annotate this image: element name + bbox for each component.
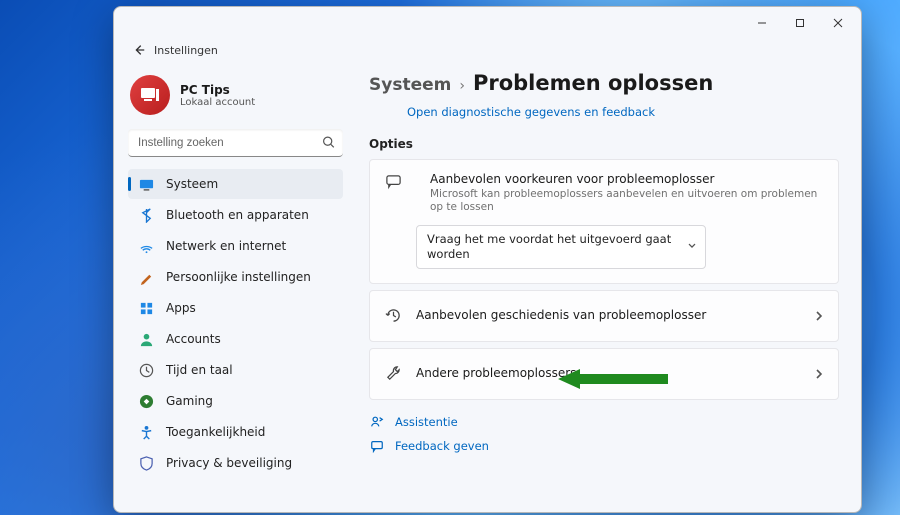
row-title: Andere probleemoplossers [416, 366, 806, 382]
sidebar: PC Tips Lokaal account Systeem [114, 61, 353, 512]
sidebar-item-bluetooth[interactable]: Bluetooth en apparaten [128, 200, 343, 230]
bluetooth-icon [138, 207, 154, 223]
page-title: Problemen oplossen [473, 71, 713, 95]
maximize-button[interactable] [781, 9, 819, 37]
accounts-icon [138, 331, 154, 347]
sidebar-item-personalization[interactable]: Persoonlijke instellingen [128, 262, 343, 292]
breadcrumb: Systeem › Problemen oplossen [369, 71, 839, 95]
sidebar-item-label: Tijd en taal [166, 363, 233, 377]
feedback-icon [369, 438, 385, 454]
row-title: Aanbevolen geschiedenis van probleemoplo… [416, 308, 806, 324]
pref-selected: Vraag het me voordat het uitgevoerd gaat… [427, 232, 671, 261]
profile-block[interactable]: PC Tips Lokaal account [130, 75, 341, 115]
wrench-icon [384, 365, 402, 383]
sidebar-item-apps[interactable]: Apps [128, 293, 343, 323]
sidebar-item-label: Privacy & beveiliging [166, 456, 292, 470]
search-input[interactable] [128, 129, 343, 157]
sidebar-item-accounts[interactable]: Accounts [128, 324, 343, 354]
pref-dropdown[interactable]: Vraag het me voordat het uitgevoerd gaat… [416, 225, 706, 269]
chevron-right-icon [814, 306, 824, 325]
sidebar-item-label: Accounts [166, 332, 221, 346]
search-icon [322, 134, 335, 153]
chevron-right-icon [814, 364, 824, 383]
apps-icon [138, 300, 154, 316]
sidebar-item-system[interactable]: Systeem [128, 169, 343, 199]
sidebar-item-label: Netwerk en internet [166, 239, 286, 253]
nav-list: Systeem Bluetooth en apparaten Netwerk e… [128, 169, 343, 478]
main-content: Systeem › Problemen oplossen Open diagno… [353, 61, 861, 512]
pref-subtitle: Microsoft kan probleemoplossers aanbevel… [430, 188, 824, 215]
sidebar-item-accessibility[interactable]: Toegankelijkheid [128, 417, 343, 447]
system-icon [138, 176, 154, 192]
sidebar-item-network[interactable]: Netwerk en internet [128, 231, 343, 261]
network-icon [138, 238, 154, 254]
sidebar-item-label: Systeem [166, 177, 218, 191]
help-link[interactable]: Assistentie [369, 414, 839, 430]
history-row[interactable]: Aanbevolen geschiedenis van probleemoplo… [369, 290, 839, 342]
titlebar [114, 7, 861, 39]
section-title: Opties [369, 137, 839, 151]
other-troubleshooters-row[interactable]: Andere probleemoplossers [369, 348, 839, 400]
app-title: Instellingen [154, 44, 218, 57]
back-button[interactable] [128, 39, 150, 61]
sidebar-item-label: Bluetooth en apparaten [166, 208, 309, 222]
sidebar-item-time-language[interactable]: Tijd en taal [128, 355, 343, 385]
chat-icon [384, 172, 402, 190]
search-box[interactable] [128, 129, 343, 157]
breadcrumb-parent[interactable]: Systeem [369, 75, 451, 95]
feedback-link[interactable]: Feedback geven [369, 438, 839, 454]
chevron-down-icon [687, 239, 697, 254]
sidebar-item-gaming[interactable]: Gaming [128, 386, 343, 416]
history-icon [384, 307, 402, 325]
preferences-card: Aanbevolen voorkeuren voor probleemoplos… [369, 159, 839, 284]
avatar [130, 75, 170, 115]
minimize-button[interactable] [743, 9, 781, 37]
diagnostic-link[interactable]: Open diagnostische gegevens en feedback [407, 105, 839, 119]
gaming-icon [138, 393, 154, 409]
feedback-label: Feedback geven [395, 439, 489, 453]
pref-title: Aanbevolen voorkeuren voor probleemoplos… [430, 172, 824, 188]
sidebar-item-label: Gaming [166, 394, 213, 408]
privacy-icon [138, 455, 154, 471]
sidebar-item-label: Persoonlijke instellingen [166, 270, 311, 284]
breadcrumb-separator: › [459, 78, 465, 94]
sidebar-item-label: Apps [166, 301, 196, 315]
sidebar-item-privacy[interactable]: Privacy & beveiliging [128, 448, 343, 478]
profile-name: PC Tips [180, 83, 255, 97]
time-icon [138, 362, 154, 378]
accessibility-icon [138, 424, 154, 440]
personalization-icon [138, 269, 154, 285]
profile-subtitle: Lokaal account [180, 97, 255, 108]
help-label: Assistentie [395, 415, 458, 429]
sidebar-item-label: Toegankelijkheid [166, 425, 265, 439]
settings-window: Instellingen PC Tips Lokaal account [113, 6, 862, 513]
close-button[interactable] [819, 9, 857, 37]
help-icon [369, 414, 385, 430]
